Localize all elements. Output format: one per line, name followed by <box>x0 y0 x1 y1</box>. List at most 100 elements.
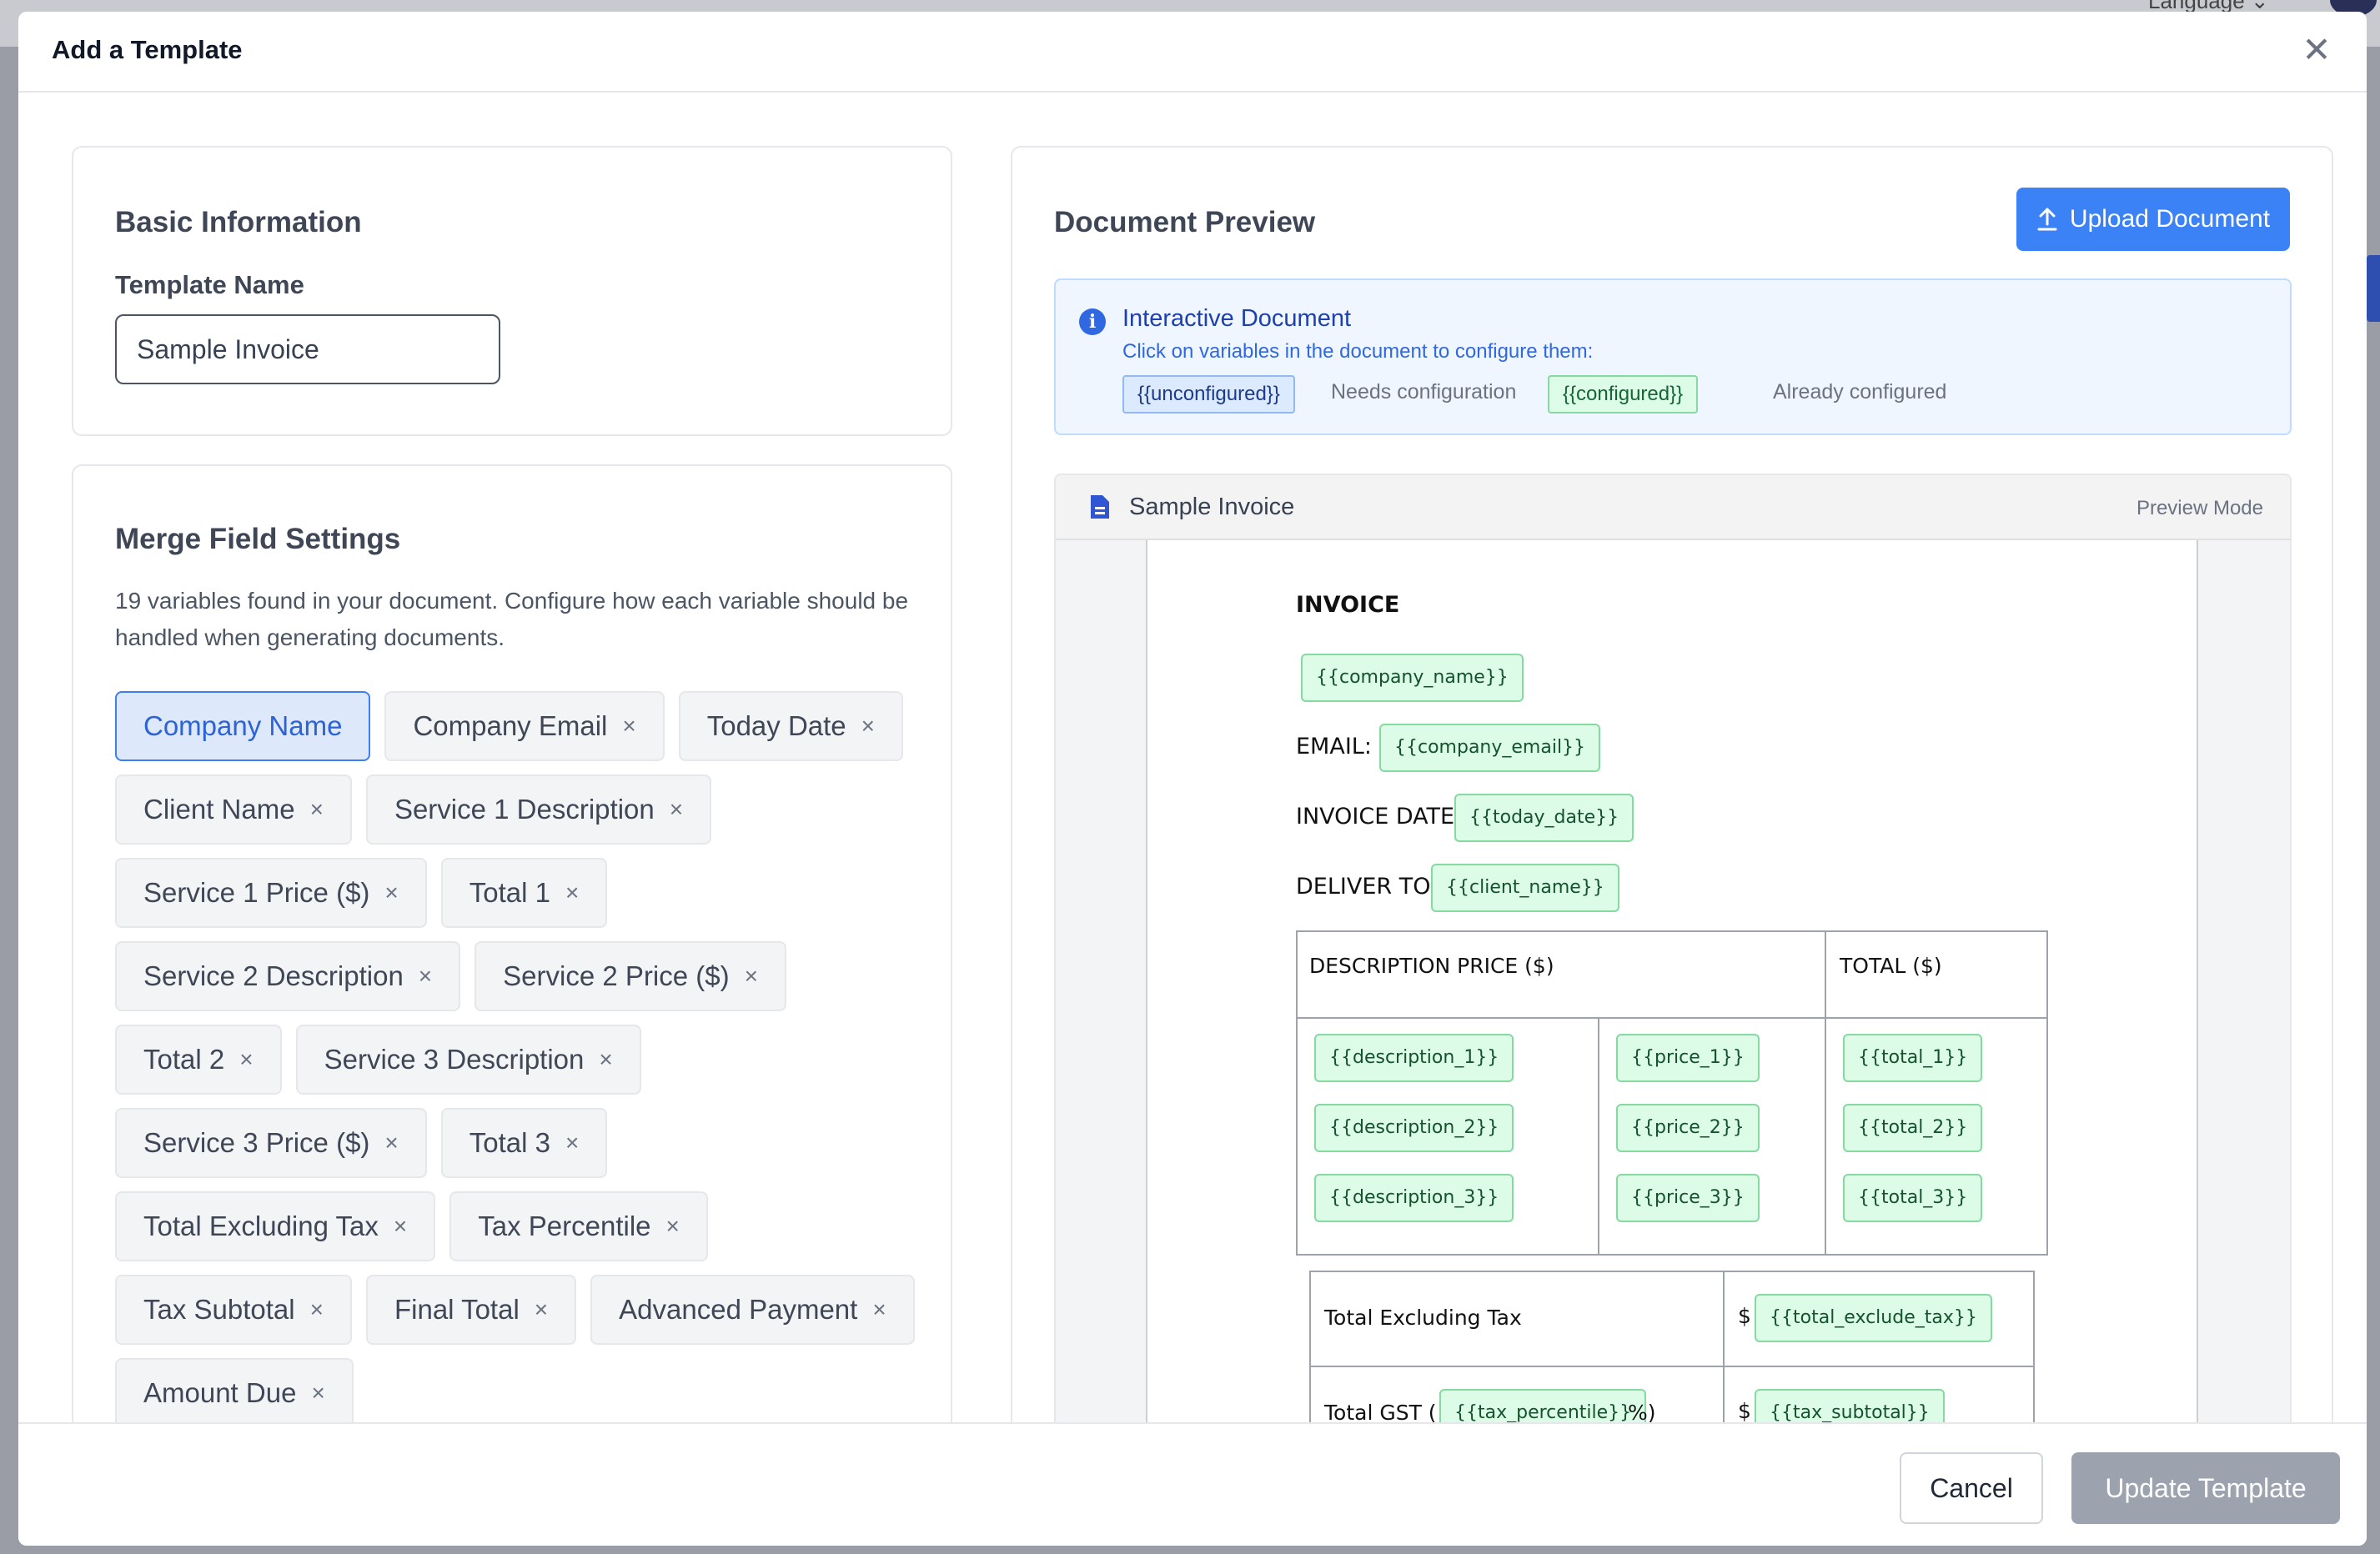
merge-field-chip-label: Final Total <box>394 1294 520 1325</box>
merge-field-chip-label: Company Email <box>413 710 608 741</box>
gst-label-suffix: %) <box>1628 1401 1656 1425</box>
merge-field-chip-label: Service 2 Description <box>143 960 404 991</box>
variable-description-1[interactable]: {{description_1}} <box>1314 1034 1514 1082</box>
preview-mode-label: Preview Mode <box>2136 497 2263 519</box>
table-divider <box>1309 1366 2035 1367</box>
merge-field-chip[interactable]: Amount Due × <box>115 1358 354 1428</box>
merge-field-chip[interactable]: Service 2 Price ($) × <box>474 941 786 1011</box>
remove-chip-icon[interactable]: × <box>394 1213 407 1240</box>
merge-field-chip-label: Service 1 Price ($) <box>143 877 370 908</box>
remove-chip-icon[interactable]: × <box>535 1296 548 1323</box>
variable-today-date[interactable]: {{today_date}} <box>1454 794 1634 842</box>
document-page[interactable]: INVOICE {{company_name}} EMAIL: {{compan… <box>1146 540 2198 1546</box>
remove-chip-icon[interactable]: × <box>622 713 635 739</box>
merge-field-chip-label: Total Excluding Tax <box>143 1211 379 1241</box>
variable-price-2[interactable]: {{price_2}} <box>1616 1104 1760 1152</box>
template-name-label: Template Name <box>115 270 304 299</box>
merge-field-chip-label: Service 2 Price ($) <box>503 960 730 991</box>
remove-chip-icon[interactable]: × <box>565 880 579 906</box>
variable-client-name[interactable]: {{client_name}} <box>1431 864 1619 912</box>
merge-field-chip[interactable]: Total 2 × <box>115 1025 282 1095</box>
deliver-to-label: DELIVER TO: <box>1296 874 1439 900</box>
merge-field-chip[interactable]: Company Email × <box>384 691 665 761</box>
gst-label-prefix: Total GST ( <box>1324 1401 1437 1425</box>
update-template-button[interactable]: Update Template <box>2071 1452 2340 1524</box>
remove-chip-icon[interactable]: × <box>310 796 324 823</box>
remove-chip-icon[interactable]: × <box>565 1130 579 1156</box>
column-description-price: DESCRIPTION PRICE ($) <box>1309 954 1554 978</box>
merge-field-settings-title: Merge Field Settings <box>115 523 401 555</box>
modal-title: Add a Template <box>52 35 243 64</box>
merge-field-chip-list: Company Name Company Email × Today Date × Cli… <box>115 691 916 1428</box>
merge-field-chip-label: Tax Subtotal <box>143 1294 295 1325</box>
legend-unconfigured-tag: {{unconfigured}} <box>1122 375 1295 414</box>
remove-chip-icon[interactable]: × <box>310 1296 324 1323</box>
variable-total-1[interactable]: {{total_1}} <box>1843 1034 1983 1082</box>
merge-field-chip[interactable]: Service 1 Price ($) × <box>115 858 427 928</box>
merge-field-chip[interactable]: Today Date × <box>678 691 904 761</box>
merge-field-chip-label: Total 3 <box>469 1127 551 1158</box>
variable-total-2[interactable]: {{total_2}} <box>1843 1104 1983 1152</box>
cancel-button[interactable]: Cancel <box>1900 1452 2043 1524</box>
info-title: Interactive Document <box>1122 305 1352 332</box>
merge-field-chip[interactable]: Total Excluding Tax × <box>115 1191 436 1261</box>
merge-field-chip[interactable]: Tax Subtotal × <box>115 1275 352 1345</box>
merge-field-chip[interactable]: Company Name <box>115 691 371 761</box>
merge-field-chip-label: Tax Percentile <box>478 1211 651 1241</box>
merge-field-chip[interactable]: Advanced Payment × <box>590 1275 915 1345</box>
merge-field-chip[interactable]: Service 2 Description × <box>115 941 461 1011</box>
merge-field-chip[interactable]: Client Name × <box>115 774 352 845</box>
remove-chip-icon[interactable]: × <box>745 963 758 990</box>
remove-chip-icon[interactable]: × <box>384 880 398 906</box>
legend-configured-text: Already configured <box>1773 380 1947 404</box>
table-divider <box>1825 930 1826 1256</box>
merge-field-chip[interactable]: Total 3 × <box>440 1108 608 1178</box>
variable-total-exclude-tax[interactable]: {{total_exclude_tax}} <box>1755 1294 1992 1342</box>
merge-field-chip[interactable]: Tax Percentile × <box>449 1191 708 1261</box>
document-name: Sample Invoice <box>1129 494 1295 520</box>
merge-field-chip[interactable]: Final Total × <box>365 1275 577 1345</box>
document-icon <box>1091 495 1109 519</box>
template-name-input[interactable] <box>115 314 500 384</box>
variable-total-3[interactable]: {{total_3}} <box>1843 1174 1983 1222</box>
merge-field-chip-label: Total 1 <box>469 877 551 908</box>
remove-chip-icon[interactable]: × <box>872 1296 886 1323</box>
close-icon[interactable]: ✕ <box>2298 33 2335 70</box>
variable-price-3[interactable]: {{price_3}} <box>1616 1174 1760 1222</box>
currency-symbol: $ <box>1738 1304 1751 1328</box>
table-divider <box>1296 1017 2048 1019</box>
remove-chip-icon[interactable]: × <box>599 1046 612 1073</box>
variable-price-1[interactable]: {{price_1}} <box>1616 1034 1760 1082</box>
upload-document-button[interactable]: Upload Document <box>2016 188 2290 251</box>
remove-chip-icon[interactable]: × <box>861 713 875 739</box>
document-preview-title: Document Preview <box>1054 206 1316 238</box>
document-header: Sample Invoice Preview Mode <box>1056 475 2290 540</box>
remove-chip-icon[interactable]: × <box>311 1380 324 1406</box>
info-icon: i <box>1079 308 1106 335</box>
merge-field-chip[interactable]: Total 1 × <box>440 858 608 928</box>
remove-chip-icon[interactable]: × <box>666 1213 680 1240</box>
remove-chip-icon[interactable]: × <box>239 1046 253 1073</box>
remove-chip-icon[interactable]: × <box>419 963 432 990</box>
merge-field-chip-label: Amount Due <box>143 1377 297 1408</box>
email-label: EMAIL: <box>1296 734 1372 759</box>
merge-field-chip-label: Client Name <box>143 794 295 825</box>
modal-header: Add a Template ✕ <box>18 12 2367 93</box>
variable-company-email[interactable]: {{company_email}} <box>1379 724 1601 772</box>
remove-chip-icon[interactable]: × <box>670 796 683 823</box>
document-frame: Sample Invoice Preview Mode INVOICE {{co… <box>1054 474 2292 1546</box>
merge-field-chip-label: Company Name <box>143 710 343 741</box>
merge-field-chip[interactable]: Service 3 Price ($) × <box>115 1108 427 1178</box>
variable-description-3[interactable]: {{description_3}} <box>1314 1174 1514 1222</box>
total-excluding-tax-label: Total Excluding Tax <box>1324 1306 1522 1330</box>
currency-symbol: $ <box>1738 1399 1751 1423</box>
merge-field-chip[interactable]: Service 3 Description × <box>295 1025 641 1095</box>
variable-description-2[interactable]: {{description_2}} <box>1314 1104 1514 1152</box>
merge-field-chip-label: Advanced Payment <box>619 1294 858 1325</box>
remove-chip-icon[interactable]: × <box>384 1130 398 1156</box>
merge-field-chip[interactable]: Service 1 Description × <box>365 774 712 845</box>
merge-field-settings-card: Merge Field Settings 19 variables found … <box>72 464 952 1546</box>
interactive-document-info: i Interactive Document Click on variable… <box>1054 278 2292 435</box>
upload-document-label: Upload Document <box>2069 205 2271 233</box>
variable-company-name[interactable]: {{company_name}} <box>1301 654 1524 702</box>
